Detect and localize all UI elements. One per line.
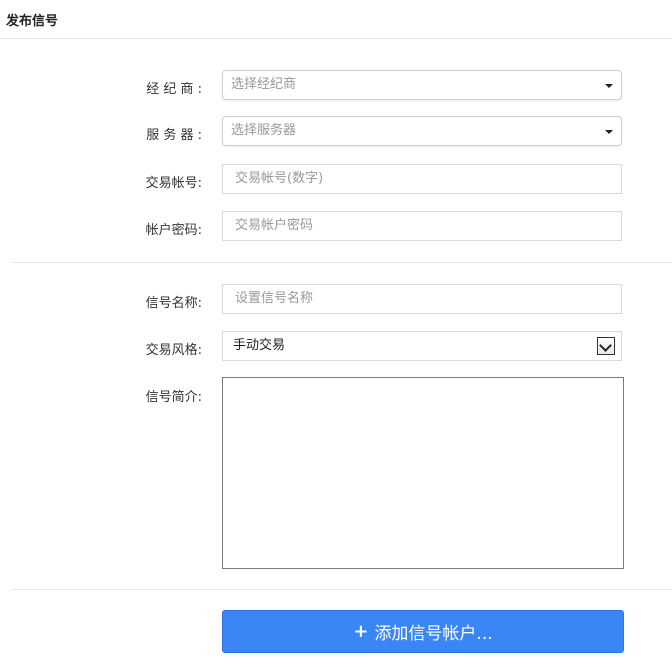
server-placeholder: 选择服务器: [231, 123, 297, 138]
caret-down-icon: [605, 84, 613, 88]
account-password-label: 帐户密码:: [145, 223, 202, 238]
account-password-input[interactable]: 交易帐户密码: [222, 211, 622, 241]
signal-name-row: 信号名称: 设置信号名称: [0, 284, 672, 316]
signal-name-input[interactable]: 设置信号名称: [222, 284, 622, 314]
plus-icon: +: [353, 621, 369, 642]
trade-style-label: 交易风格:: [145, 343, 202, 358]
divider: [12, 262, 672, 263]
trade-account-label: 交易帐号:: [145, 176, 202, 191]
broker-label: 经 纪 商 :: [146, 82, 202, 97]
server-row: 服 务 器 : 选择服务器: [0, 116, 672, 148]
account-password-row: 帐户密码: 交易帐户密码: [0, 211, 672, 243]
trade-style-select[interactable]: 手动交易: [222, 331, 622, 361]
broker-select[interactable]: 选择经纪商: [222, 70, 622, 100]
server-label: 服 务 器 :: [146, 128, 202, 143]
add-signal-account-button[interactable]: + 添加信号帐户...: [222, 610, 624, 653]
signal-intro-textarea[interactable]: [222, 377, 624, 569]
broker-row: 经 纪 商 : 选择经纪商: [0, 70, 672, 102]
account-password-placeholder: 交易帐户密码: [235, 218, 314, 233]
divider: [12, 589, 672, 590]
signal-name-label: 信号名称:: [145, 296, 202, 311]
divider: [0, 38, 672, 39]
caret-down-icon: [605, 130, 613, 134]
signal-intro-label: 信号简介:: [145, 390, 202, 405]
trade-account-input[interactable]: 交易帐号(数字): [222, 164, 622, 194]
add-signal-account-label: 添加信号帐户...: [374, 624, 493, 644]
trade-style-row: 交易风格: 手动交易: [0, 331, 672, 363]
trade-account-row: 交易帐号: 交易帐号(数字): [0, 164, 672, 196]
broker-placeholder: 选择经纪商: [231, 77, 297, 92]
trade-account-placeholder: 交易帐号(数字): [235, 171, 324, 186]
server-select[interactable]: 选择服务器: [222, 116, 622, 146]
trade-style-value: 手动交易: [233, 338, 286, 353]
page-title: 发布信号: [6, 14, 59, 29]
signal-name-placeholder: 设置信号名称: [235, 291, 314, 306]
chevron-down-icon[interactable]: [597, 337, 615, 355]
